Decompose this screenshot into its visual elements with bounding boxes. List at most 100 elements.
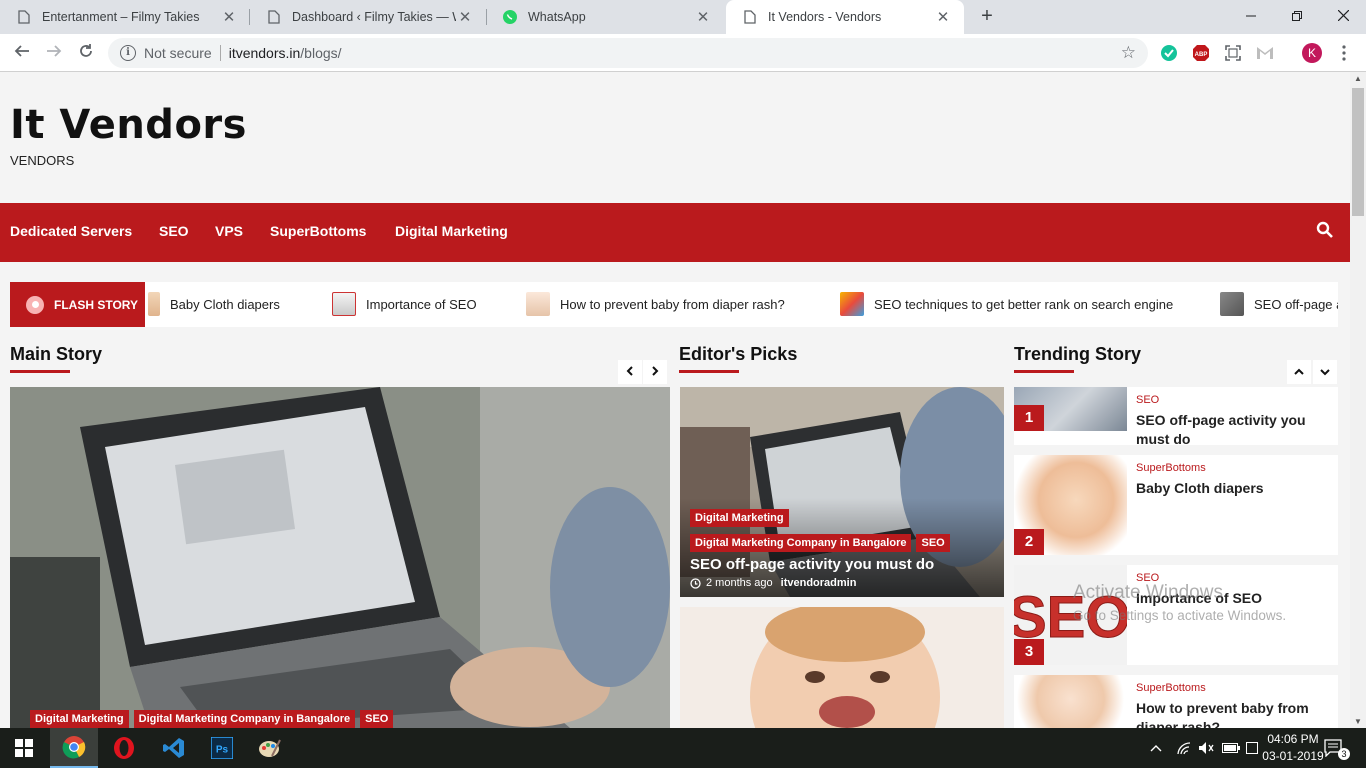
- laptop-thumbnail: [1220, 292, 1244, 316]
- windows-taskbar: Ps 04:06 PM 03-01-2019 3: [0, 728, 1366, 768]
- profile-avatar[interactable]: K: [1302, 43, 1322, 63]
- menu-kebab-icon[interactable]: [1334, 43, 1354, 63]
- category-tag[interactable]: Digital Marketing: [30, 710, 129, 728]
- scroll-up-arrow-icon[interactable]: ▲: [1354, 74, 1362, 83]
- back-button[interactable]: [10, 41, 34, 65]
- watermark-line1: Activate Windows: [1073, 582, 1223, 603]
- volume-muted-icon[interactable]: [1198, 728, 1214, 768]
- trending-item[interactable]: 1 SEO SEO off-page activity you must do: [1014, 387, 1338, 447]
- flash-item[interactable]: How to prevent baby from diaper rash?: [526, 292, 785, 316]
- wifi-icon[interactable]: [1176, 728, 1192, 768]
- heading-underline: [1014, 370, 1074, 373]
- language-icon[interactable]: [1246, 728, 1258, 768]
- show-hidden-icons[interactable]: [1150, 728, 1162, 768]
- up-arrow-button[interactable]: [1287, 360, 1311, 384]
- new-tab-button[interactable]: +: [976, 5, 998, 27]
- browser-toolbar: i Not secure itvendors.in /blogs/ ☆ ABP …: [0, 34, 1366, 72]
- trending-story-heading: Trending Story: [1014, 344, 1142, 364]
- rank-badge: 2: [1014, 529, 1044, 555]
- site-title[interactable]: It Vendors: [10, 102, 247, 148]
- restore-button[interactable]: [1274, 4, 1320, 28]
- browser-tab[interactable]: Dashboard ‹ Filmy Takies — Word ✕: [250, 0, 486, 34]
- flash-item[interactable]: Importance of SEO: [332, 292, 477, 316]
- nav-link-seo[interactable]: SEO: [159, 223, 189, 239]
- prev-arrow-button[interactable]: [618, 360, 642, 384]
- nav-link-dedicated-servers[interactable]: Dedicated Servers: [10, 223, 132, 239]
- flash-item[interactable]: SEO techniques to get better rank on sea…: [840, 292, 1173, 316]
- minimize-button[interactable]: [1228, 4, 1274, 28]
- close-icon[interactable]: ✕: [694, 8, 712, 26]
- trending-item[interactable]: SuperBottoms How to prevent baby from di…: [1014, 675, 1338, 728]
- next-arrow-button[interactable]: [643, 360, 667, 384]
- page-scrollbar[interactable]: ▲ ▼: [1350, 72, 1366, 728]
- category-tag[interactable]: Digital Marketing: [690, 509, 789, 527]
- flash-story-ticker: FLASH STORY Baby Cloth diapers Importanc…: [10, 282, 1338, 327]
- rank-badge: 3: [1014, 639, 1044, 665]
- category-tag[interactable]: SEO: [360, 710, 394, 728]
- category-tag[interactable]: Digital Marketing Company in Bangalore: [690, 534, 912, 552]
- start-button[interactable]: [0, 728, 48, 768]
- close-window-button[interactable]: [1320, 4, 1366, 28]
- svg-text:Ps: Ps: [216, 745, 229, 756]
- trending-category[interactable]: SuperBottoms: [1136, 462, 1206, 474]
- vscode-taskbar-icon[interactable]: [150, 728, 198, 768]
- gmail-icon[interactable]: [1255, 43, 1275, 63]
- adblock-plus-icon[interactable]: ABP: [1191, 43, 1211, 63]
- notifications-icon[interactable]: 3: [1324, 728, 1356, 768]
- browser-tab-strip: Entertanment – Filmy Takies ✕ Dashboard …: [0, 0, 1366, 34]
- photoshop-taskbar-icon[interactable]: Ps: [198, 728, 246, 768]
- category-tag[interactable]: Digital Marketing Company in Bangalore: [133, 710, 356, 728]
- search-icon[interactable]: [1316, 221, 1336, 241]
- nav-link-digital-marketing[interactable]: Digital Marketing: [395, 223, 508, 239]
- web-page: It Vendors VENDORS Dedicated Servers SEO…: [0, 72, 1350, 728]
- svg-text:ABP: ABP: [1195, 52, 1208, 58]
- nav-link-vps[interactable]: VPS: [215, 223, 243, 239]
- opera-taskbar-icon[interactable]: [100, 728, 148, 768]
- seo-thumbnail: [332, 292, 356, 316]
- browser-tab[interactable]: Entertanment – Filmy Takies ✕: [0, 0, 250, 34]
- editors-picks-heading: Editor's Picks: [679, 344, 798, 364]
- document-icon: [16, 9, 32, 25]
- browser-tab[interactable]: WhatsApp ✕: [486, 0, 724, 34]
- flash-item[interactable]: SEO off-page ac: [1220, 292, 1338, 316]
- baby-thumbnail: [148, 292, 160, 316]
- scroll-down-arrow-icon[interactable]: ▼: [1354, 717, 1362, 726]
- nav-link-superbottoms[interactable]: SuperBottoms: [270, 223, 366, 239]
- close-icon[interactable]: ✕: [220, 8, 238, 26]
- bookmark-star-icon[interactable]: ☆: [1121, 43, 1136, 63]
- editors-pick-card[interactable]: Digital Marketing Digital Marketing Comp…: [680, 387, 1004, 597]
- paint-taskbar-icon[interactable]: [246, 728, 294, 768]
- trending-category[interactable]: SEO: [1136, 394, 1159, 406]
- close-icon[interactable]: ✕: [934, 8, 952, 26]
- trending-category[interactable]: SuperBottoms: [1136, 682, 1206, 694]
- post-author[interactable]: itvendoradmin: [781, 577, 857, 589]
- info-icon[interactable]: i: [120, 45, 136, 61]
- flash-dot-icon: [26, 295, 44, 314]
- down-arrow-button[interactable]: [1313, 360, 1337, 384]
- document-icon: [266, 9, 282, 25]
- whatsapp-icon: [502, 9, 518, 25]
- editors-pick-title[interactable]: SEO off-page activity you must do: [690, 556, 994, 573]
- notification-count-badge: 3: [1338, 748, 1350, 760]
- flash-story-label: FLASH STORY: [10, 282, 145, 327]
- category-tag[interactable]: SEO: [916, 534, 950, 552]
- browser-tab-active[interactable]: It Vendors - Vendors ✕: [726, 0, 964, 34]
- trending-title[interactable]: SEO off-page activity you must do: [1136, 411, 1326, 449]
- scroll-thumb[interactable]: [1352, 88, 1364, 216]
- forward-button[interactable]: [42, 41, 66, 65]
- screenshot-capture-icon[interactable]: [1223, 43, 1243, 63]
- editors-pick-card[interactable]: [680, 607, 1004, 728]
- chrome-taskbar-icon[interactable]: [50, 728, 98, 768]
- grammarly-check-icon[interactable]: [1159, 43, 1179, 63]
- flash-item[interactable]: Baby Cloth diapers: [148, 292, 280, 316]
- close-icon[interactable]: ✕: [456, 8, 474, 26]
- reload-button[interactable]: [74, 41, 98, 65]
- battery-icon[interactable]: [1222, 728, 1240, 768]
- url-host: itvendors.in: [228, 45, 301, 61]
- trending-title[interactable]: How to prevent baby from diaper rash?: [1136, 699, 1326, 728]
- trending-item[interactable]: 2 SuperBottoms Baby Cloth diapers: [1014, 455, 1338, 555]
- main-story-card[interactable]: Digital Marketing Digital Marketing Compa…: [10, 387, 670, 728]
- system-clock[interactable]: 04:06 PM 03-01-2019: [1262, 731, 1324, 765]
- address-bar[interactable]: i Not secure itvendors.in /blogs/ ☆: [108, 38, 1148, 68]
- trending-title[interactable]: Baby Cloth diapers: [1136, 479, 1326, 498]
